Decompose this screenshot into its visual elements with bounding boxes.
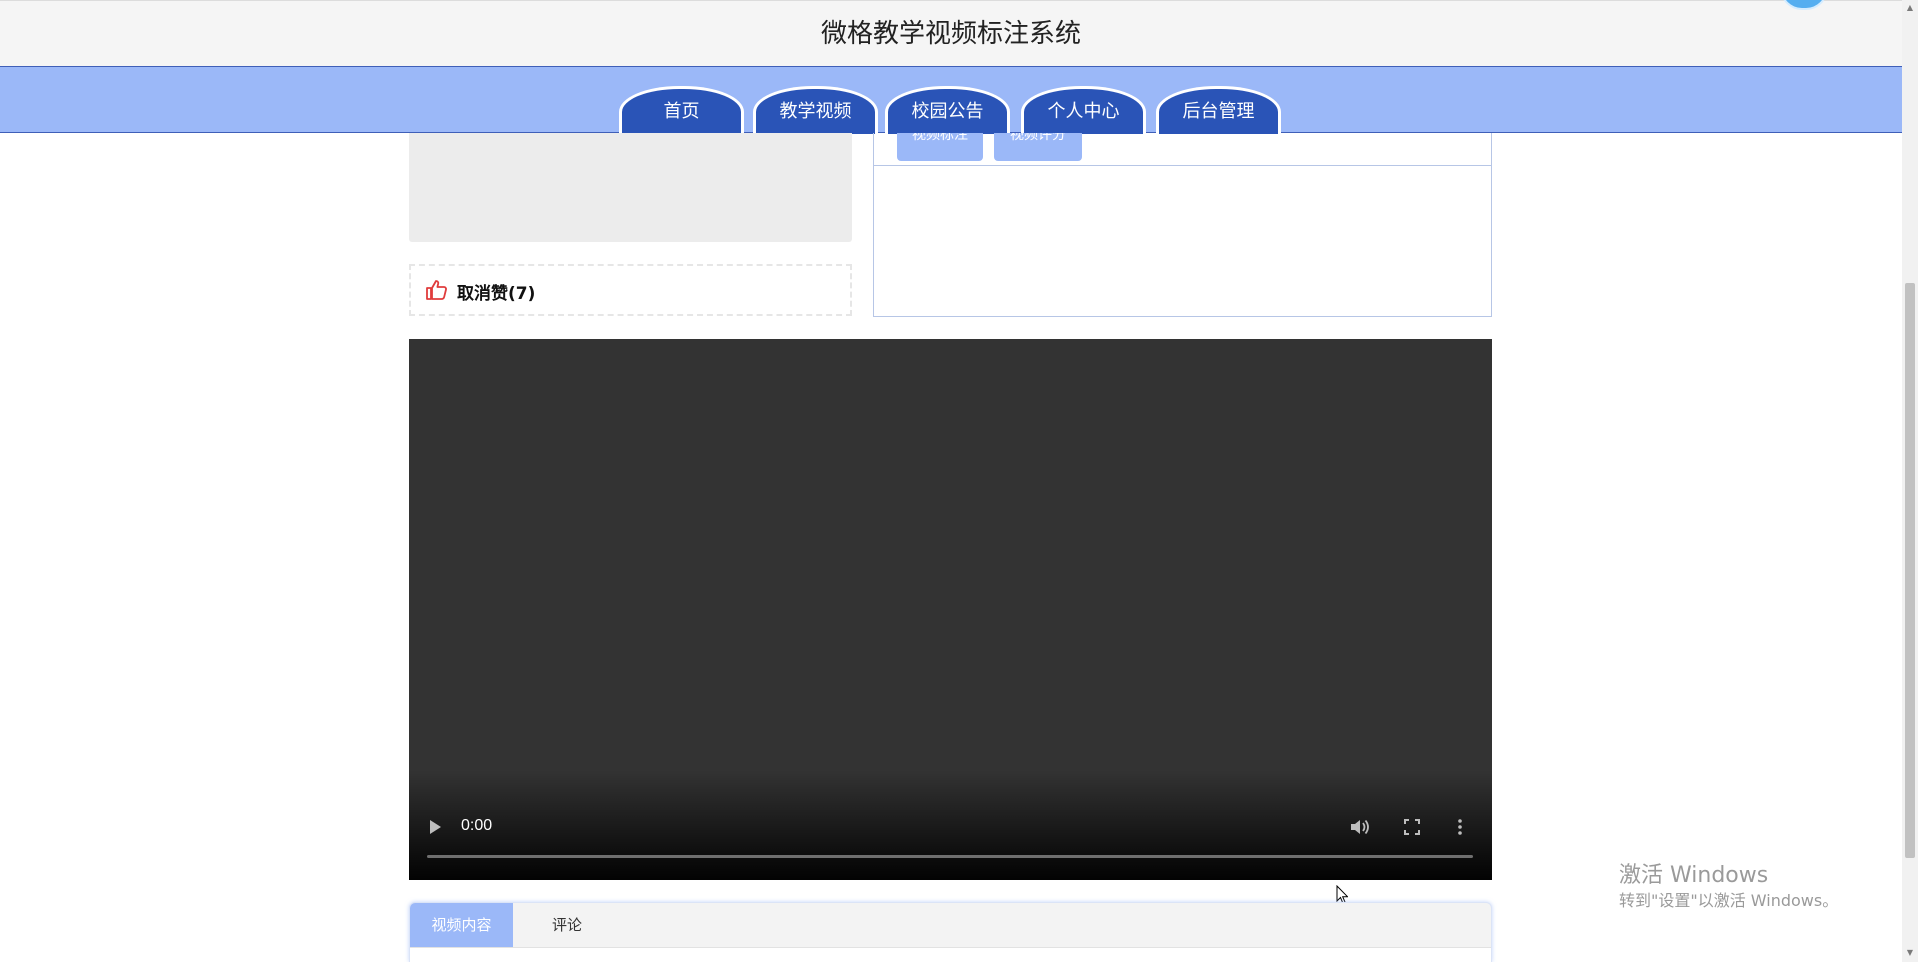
scroll-up-icon[interactable]: ▲ <box>1905 3 1915 13</box>
watermark-title: 激活 Windows <box>1619 863 1769 888</box>
page-header: 微格教学视频标注系统 <box>0 0 1902 67</box>
unlike-button[interactable]: 取消赞(7) <box>457 279 535 304</box>
nav-tab-personal-center[interactable]: 个人中心 <box>1021 86 1146 134</box>
windows-activation-watermark: 激活 Windows 转到"设置"以激活 Windows。 <box>1619 862 1838 912</box>
scroll-down-icon[interactable]: ▼ <box>1905 948 1915 958</box>
nav-tab-teaching-videos[interactable]: 教学视频 <box>753 86 878 134</box>
like-section: 取消赞(7) <box>409 264 852 316</box>
page-title: 微格教学视频标注系统 <box>820 19 1081 49</box>
video-score-button[interactable]: 视频评分 <box>994 133 1082 161</box>
video-info-panel <box>409 133 852 242</box>
more-options-icon[interactable] <box>1457 818 1463 836</box>
video-score-label: 视频评分 <box>1010 133 1066 143</box>
content-tabs: 视频内容 评论 <box>409 902 1492 962</box>
video-annotate-button[interactable]: 视频标注 <box>897 133 983 161</box>
nav-tab-campus-notices[interactable]: 校园公告 <box>885 86 1010 134</box>
play-icon[interactable] <box>430 820 441 834</box>
tab-video-content[interactable]: 视频内容 <box>410 903 513 947</box>
video-annotate-label: 视频标注 <box>912 133 968 143</box>
nav-tab-home[interactable]: 首页 <box>619 86 744 134</box>
panel-divider <box>874 165 1491 166</box>
annotation-panel: 视频标注 视频评分 <box>873 133 1492 317</box>
thumbs-up-icon[interactable] <box>425 278 449 302</box>
nav-tab-admin[interactable]: 后台管理 <box>1156 86 1281 134</box>
scrollbar-thumb[interactable] <box>1905 283 1915 858</box>
volume-icon[interactable] <box>1349 817 1371 837</box>
tab-content-area <box>410 947 1491 962</box>
watermark-subtitle: 转到"设置"以激活 Windows。 <box>1619 891 1839 910</box>
video-progress-bar[interactable] <box>427 855 1473 858</box>
video-player[interactable]: 0:00 <box>409 339 1492 905</box>
fullscreen-icon[interactable] <box>1404 819 1420 835</box>
tab-comments[interactable]: 评论 <box>537 903 597 947</box>
controls-gradient <box>409 770 1492 880</box>
current-time: 0:00 <box>461 817 493 834</box>
main-nav: 首页 教学视频 校园公告 个人中心 后台管理 <box>0 66 1902 134</box>
